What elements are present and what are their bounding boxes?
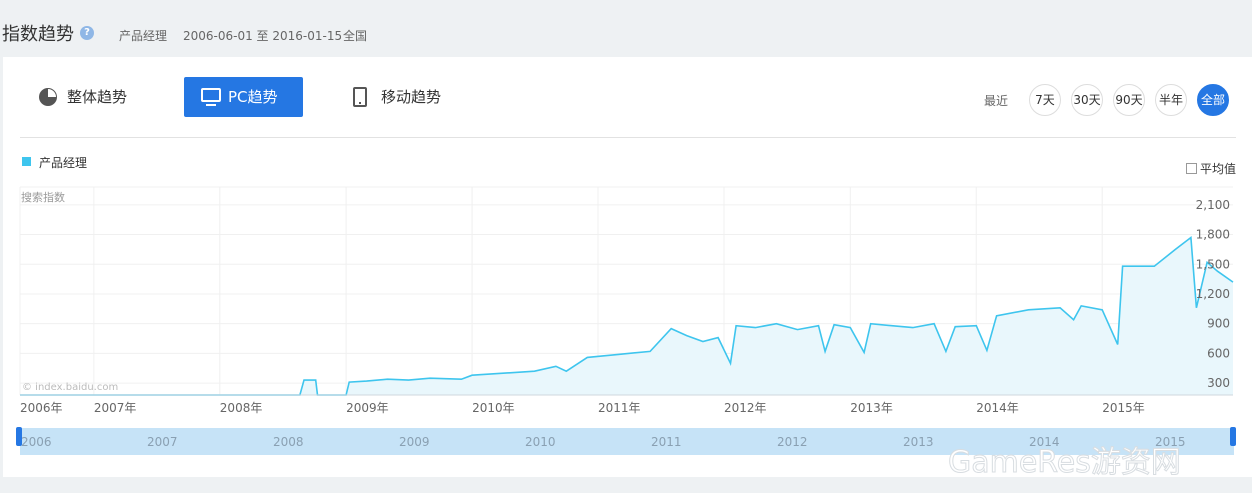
navigator-left-handle[interactable]: [16, 427, 22, 446]
x-tick-label: 2014年: [976, 401, 1019, 415]
navigator-year-label: 2008: [273, 435, 304, 449]
navigator-year-label: 2009: [399, 435, 430, 449]
navigator-right-handle[interactable]: [1230, 427, 1236, 446]
y-tick-label: 2,100: [1196, 198, 1230, 212]
site-watermark: GameRes游资网: [948, 445, 1181, 480]
navigator-year-label: 2013: [903, 435, 934, 449]
chart-area: [20, 235, 1234, 396]
x-tick-label: 2010年: [472, 401, 515, 415]
y-tick-label: 600: [1207, 346, 1230, 360]
trend-chart: 搜索指数 300 600 900 1,200 1,500 1,800 2,100 2006年…: [16, 186, 1236, 481]
x-tick-label: 2012年: [724, 401, 767, 415]
y-axis-label: 搜索指数: [21, 190, 65, 204]
y-tick-label: 1,200: [1196, 287, 1230, 301]
x-tick-label: 2008年: [220, 401, 263, 415]
x-tick-labels: 2006年 2007年 2008年 2009年 2010年 2011年 2012年 2013年…: [20, 401, 1145, 415]
x-tick-label: 2013年: [850, 401, 893, 415]
navigator-year-label: 2010: [525, 435, 556, 449]
navigator-year-label: 2011: [651, 435, 682, 449]
y-tick-label: 1,800: [1196, 228, 1230, 242]
x-tick-label: 2009年: [346, 401, 389, 415]
navigator-year-label: 2006: [21, 435, 52, 449]
x-tick-label: 2011年: [598, 401, 641, 415]
y-tick-label: 900: [1207, 317, 1230, 331]
series-area-fill: [20, 237, 1233, 395]
navigator-year-label: 2007: [147, 435, 178, 449]
x-tick-label: 2015年: [1102, 401, 1145, 415]
x-tick-label: 2007年: [94, 401, 137, 415]
y-tick-label: 1,500: [1196, 257, 1230, 271]
baidu-watermark: © index.baidu.com: [22, 382, 118, 393]
y-tick-label: 300: [1207, 376, 1230, 390]
navigator-year-label: 2012: [777, 435, 808, 449]
x-tick-label: 2006年: [20, 401, 63, 415]
